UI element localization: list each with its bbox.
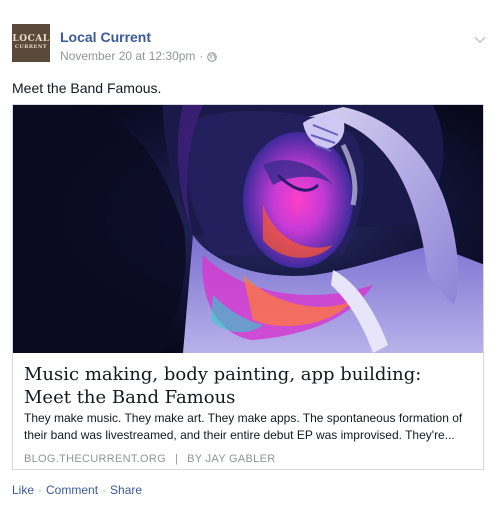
comment-link[interactable]: Comment bbox=[46, 483, 98, 497]
link-domain[interactable]: BLOG.THECURRENT.ORG bbox=[24, 453, 166, 465]
action-separator: · bbox=[38, 483, 43, 497]
page-avatar[interactable]: LOCAL CURRENT bbox=[12, 24, 50, 62]
meta-separator: · bbox=[199, 49, 204, 63]
chevron-down-icon[interactable] bbox=[474, 31, 486, 44]
source-divider: | bbox=[175, 453, 179, 465]
link-preview-card[interactable]: Music making, body painting, app buildin… bbox=[12, 104, 484, 470]
link-preview-title[interactable]: Music making, body painting, app buildin… bbox=[24, 363, 472, 409]
link-preview-image[interactable] bbox=[13, 105, 483, 353]
link-byline: BY JAY GABLER bbox=[187, 453, 276, 465]
avatar-logo-text: LOCAL bbox=[12, 34, 50, 44]
post-message: Meet the Band Famous. bbox=[12, 80, 162, 96]
link-preview-source: BLOG.THECURRENT.ORG | BY JAY GABLER bbox=[24, 453, 275, 465]
post-actions: Like · Comment · Share bbox=[12, 483, 142, 497]
link-preview-summary: They make music. They make art. They mak… bbox=[24, 411, 463, 442]
feed-post: LOCAL CURRENT Local Current November 20 … bbox=[0, 0, 498, 522]
page-name-link[interactable]: Local Current bbox=[60, 29, 151, 45]
share-link[interactable]: Share bbox=[110, 483, 142, 497]
like-link[interactable]: Like bbox=[12, 483, 34, 497]
avatar-logo-subtext: CURRENT bbox=[14, 44, 48, 50]
action-separator: · bbox=[102, 483, 107, 497]
post-meta: November 20 at 12:30pm · bbox=[60, 49, 218, 63]
globe-icon[interactable] bbox=[207, 51, 218, 62]
post-header: LOCAL CURRENT Local Current November 20 … bbox=[10, 24, 488, 68]
post-timestamp[interactable]: November 20 at 12:30pm bbox=[60, 49, 195, 63]
